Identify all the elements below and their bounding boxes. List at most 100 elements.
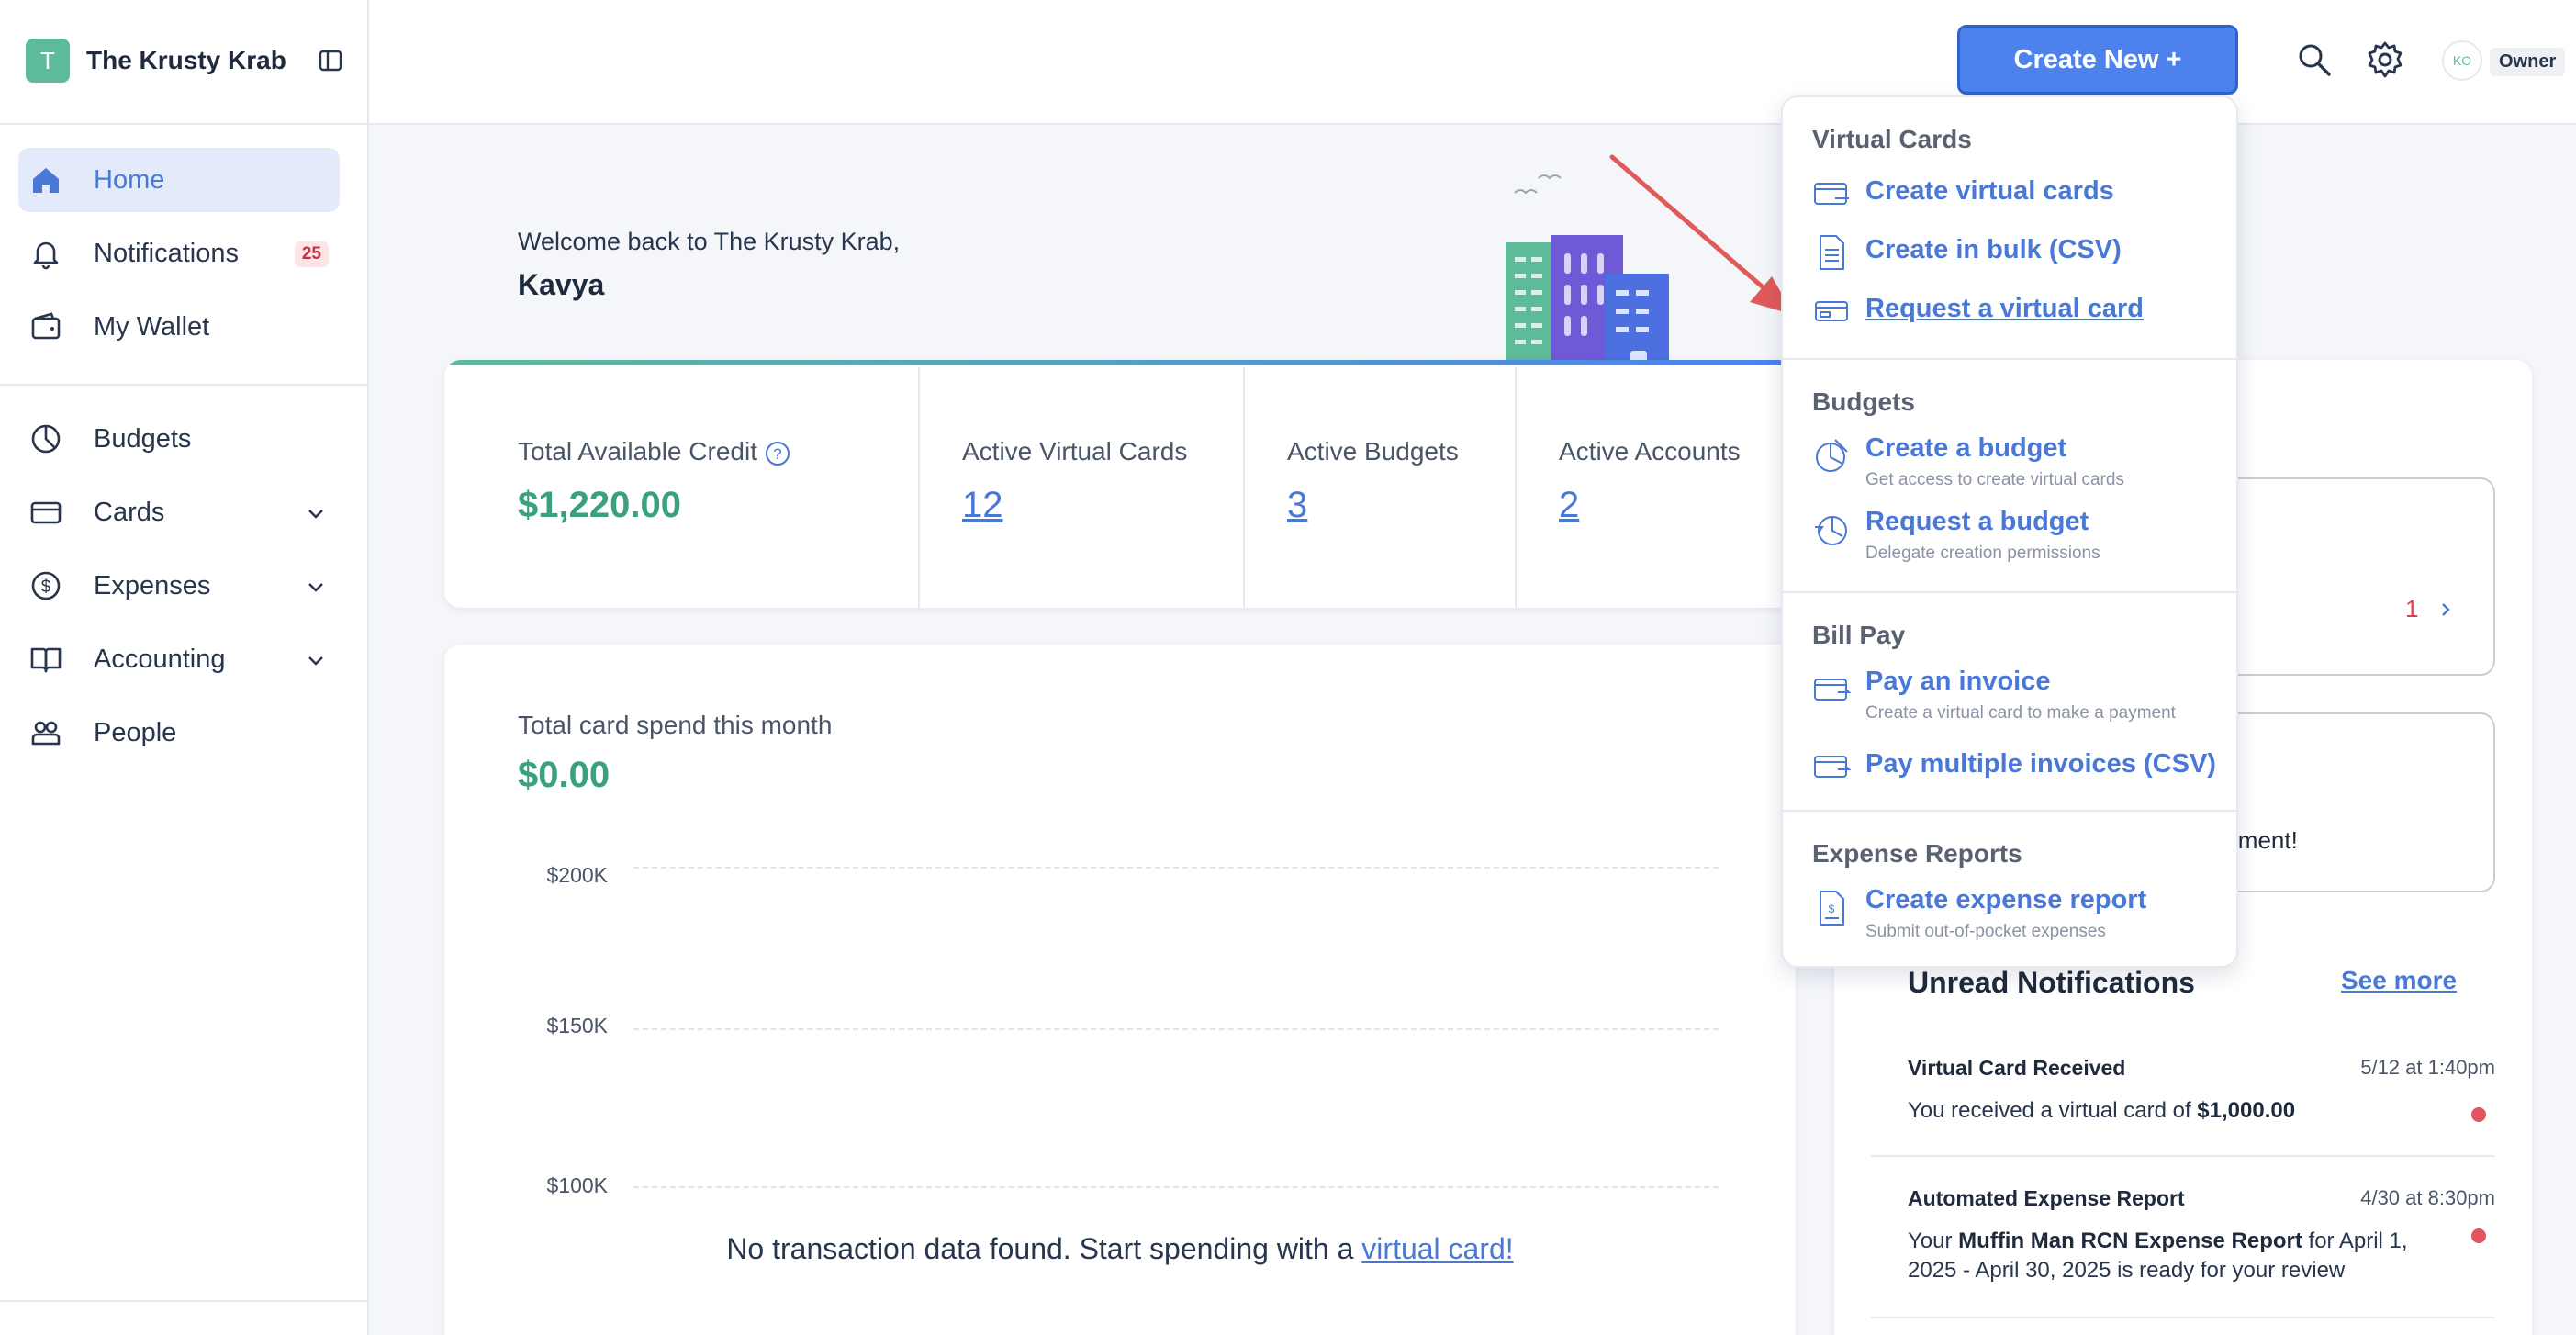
stat-divider [1243,367,1245,608]
stat-value: $1,220.00 [518,485,681,525]
empty-state-message: No transaction data found. Start spendin… [444,1232,1796,1266]
chevron-down-icon[interactable] [305,502,327,524]
notification-time: 5/12 at 1:40pm [2360,1056,2495,1079]
unread-dot [2471,1228,2486,1243]
top-bar [369,0,2576,125]
svg-text:$: $ [41,578,51,597]
brand[interactable]: T The Krusty Krab [26,39,343,83]
menu-item-label: Create expense report [1865,885,2147,914]
pie-chart-icon [1816,439,1848,472]
menu-item-label: Create virtual cards [1865,176,2114,206]
wallet-icon [28,309,64,345]
y-axis-tick: $100K [546,1173,608,1197]
dropdown-divider [1783,810,2236,812]
menu-item-create-in-bulk[interactable]: Create in bulk (CSV) [1812,235,2216,272]
notifications-title: Unread Notifications [1908,966,2195,999]
menu-item-request-budget[interactable]: Request a budget Delegate creation permi… [1812,507,2216,566]
stat-value-link[interactable]: 2 [1559,485,1579,526]
chevron-down-icon[interactable] [305,576,327,598]
see-more-link[interactable]: See more [2341,966,2457,995]
svg-text:?: ? [773,445,781,463]
document-icon [1820,235,1844,270]
notification-text: Your [1908,1228,1959,1253]
stats-card: Total Available Credit? $1,220.00 Active… [444,360,1796,608]
notification-item[interactable]: Automated Expense Report 4/30 at 8:30pm … [1908,1186,2495,1287]
gear-icon[interactable] [2366,40,2404,79]
grid-line [633,867,1719,869]
dropdown-divider [1783,591,2236,593]
sidebar-item-accounting[interactable]: Accounting [18,627,340,691]
sidebar-item-wallet[interactable]: My Wallet [18,295,340,359]
stat-label: Active Virtual Cards [962,437,1188,466]
notification-amount: $1,000.00 [2197,1098,2296,1123]
sidebar-item-label: Budgets [94,423,192,454]
sidebar-divider [0,384,369,386]
virtual-card-link[interactable]: virtual card! [1361,1232,1513,1265]
sidebar-divider [0,123,369,125]
menu-item-pay-multiple-invoices[interactable]: Pay multiple invoices (CSV) [1812,749,2216,786]
stat-divider [1515,367,1517,608]
bell-icon [28,235,64,272]
menu-item-create-virtual-cards[interactable]: Create virtual cards [1812,176,2216,213]
grid-line [633,1186,1719,1188]
menu-item-create-expense-report[interactable]: $ Create expense report Submit out-of-po… [1812,885,2216,944]
stat-divider [918,367,920,608]
credit-card-icon [1814,183,1849,205]
dropdown-section-title: Virtual Cards [1812,125,1972,153]
sidebar-collapse-icon[interactable] [318,48,343,73]
welcome-user-name: Kavya [518,268,605,301]
pie-request-icon [1815,516,1847,545]
action-item-count: 1 [2405,595,2419,623]
sidebar-item-people[interactable]: People [18,701,340,765]
sidebar-item-label: My Wallet [94,311,210,342]
unread-dot [2471,1107,2486,1122]
menu-item-label: Create in bulk (CSV) [1865,235,2122,264]
notification-item[interactable]: Virtual Card Received 5/12 at 1:40pm You… [1908,1056,2495,1139]
sidebar-item-home[interactable]: Home [18,148,340,212]
notification-divider [1871,1317,2495,1318]
menu-item-label: Request a budget [1865,507,2089,536]
notification-title: Automated Expense Report [1908,1186,2185,1210]
create-new-button[interactable]: Create New + [1957,25,2238,95]
menu-item-description: Get access to create virtual cards [1865,470,2124,489]
dropdown-section-title: Budgets [1812,387,1915,416]
sidebar-item-expenses[interactable]: $ Expenses [18,554,340,618]
notification-count-badge: 25 [294,241,329,267]
menu-item-pay-invoice[interactable]: Pay an invoice Create a virtual card to … [1812,667,2216,725]
chevron-right-icon[interactable] [2436,600,2455,619]
role-badge: Owner [2490,48,2566,76]
menu-item-create-budget[interactable]: Create a budget Get access to create vir… [1812,433,2216,492]
notification-divider [1871,1155,2495,1157]
y-axis-tick: $150K [546,1014,608,1038]
people-icon [28,714,64,751]
spend-label: Total card spend this month [518,711,833,739]
notification-text: You received a virtual card of [1908,1098,2198,1123]
card-request-icon [1815,301,1848,321]
pie-icon [28,421,64,457]
sidebar-item-cards[interactable]: Cards [18,480,340,544]
menu-item-description: Create a virtual card to make a payment [1865,703,2176,723]
sidebar-item-budgets[interactable]: Budgets [18,407,340,471]
brand-name: The Krusty Krab [86,46,286,74]
sidebar-item-notifications[interactable]: Notifications 25 [18,221,340,286]
help-icon[interactable]: ? [765,441,790,466]
dropdown-section-title: Bill Pay [1812,621,1906,649]
avatar[interactable]: KO [2442,40,2482,81]
menu-item-request-virtual-card[interactable]: Request a virtual card [1812,294,2216,331]
sidebar-divider [0,1300,369,1302]
invoice-card-icon [1814,679,1851,701]
dropdown-section-title: Expense Reports [1812,839,2022,868]
stat-value-link[interactable]: 3 [1287,485,1307,526]
sidebar-item-label: Cards [94,497,165,527]
report-icon: $ [1820,891,1844,926]
menu-item-label: Pay an invoice [1865,667,2051,696]
stat-value-link[interactable]: 12 [962,485,1003,526]
spend-value: $0.00 [518,755,610,795]
notification-report-name: Muffin Man RCN Expense Report [1958,1228,2302,1253]
search-icon[interactable] [2295,40,2334,79]
notification-title: Virtual Card Received [1908,1056,2126,1080]
menu-item-label: Request a virtual card [1865,294,2144,323]
chevron-down-icon[interactable] [305,649,327,671]
notification-time: 4/30 at 8:30pm [2360,1186,2495,1209]
card-icon [28,494,64,531]
